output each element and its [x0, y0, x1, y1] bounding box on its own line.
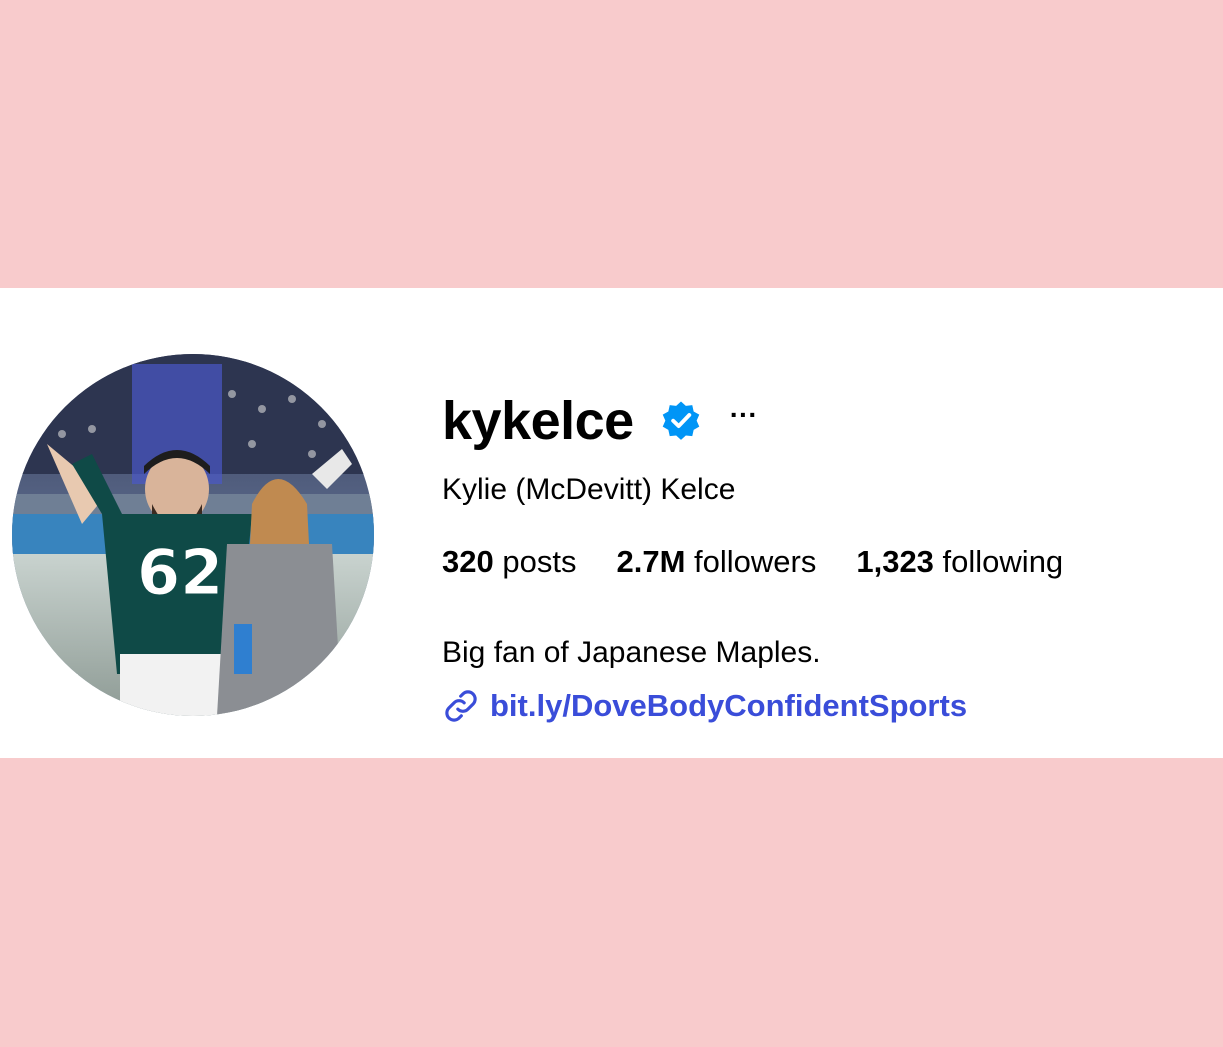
profile-stats: 320 posts 2.7M followers 1,323 following	[442, 544, 1103, 580]
link-text[interactable]: bit.ly/DoveBodyConfidentSports	[490, 686, 967, 726]
followers-stat[interactable]: 2.7M followers	[616, 544, 816, 580]
username: kykelce	[442, 391, 634, 451]
posts-label: posts	[502, 544, 577, 579]
following-stat[interactable]: 1,323 following	[856, 544, 1063, 580]
verified-badge-icon	[658, 398, 704, 444]
bio-text: Big fan of Japanese Maples.	[442, 636, 821, 669]
profile-link[interactable]: bit.ly/DoveBodyConfidentSports	[442, 686, 967, 726]
more-options-icon[interactable]: ···	[730, 401, 758, 429]
profile-avatar[interactable]: 62	[12, 354, 374, 716]
followers-count: 2.7M	[616, 544, 686, 579]
full-name: Kylie (McDevitt) Kelce	[442, 473, 736, 506]
followers-label: followers	[694, 544, 817, 579]
following-label: following	[942, 544, 1064, 579]
posts-count: 320	[442, 544, 494, 579]
posts-stat[interactable]: 320 posts	[442, 544, 576, 580]
svg-text:62: 62	[137, 536, 223, 609]
username-row: kykelce ···	[442, 388, 758, 454]
link-icon	[442, 687, 480, 725]
following-count: 1,323	[856, 544, 934, 579]
avatar-photo: 62	[12, 354, 374, 716]
